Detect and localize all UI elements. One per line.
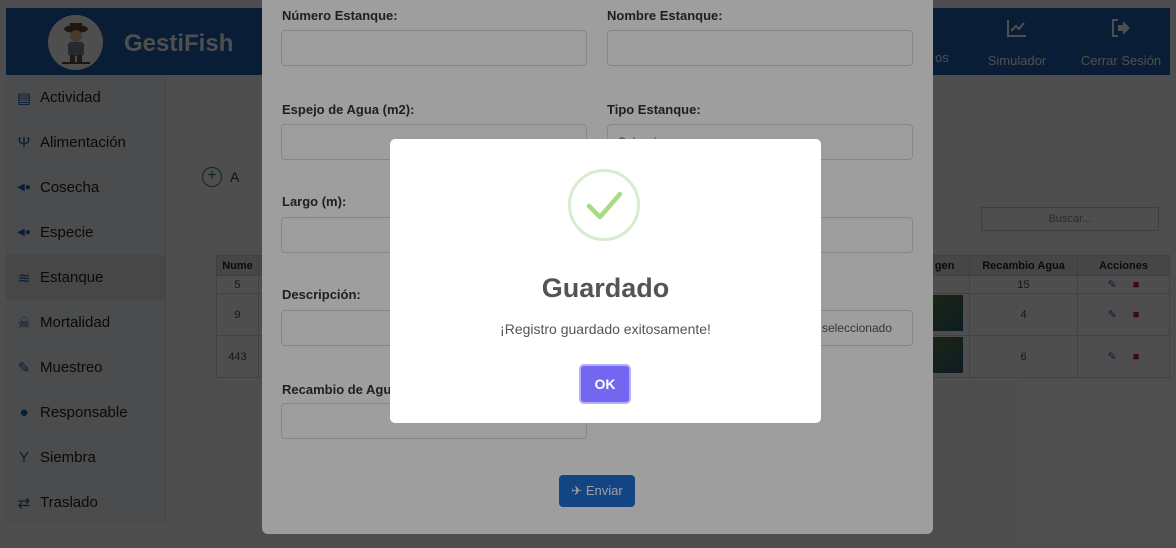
alert-message: ¡Registro guardado exitosamente!: [500, 321, 711, 337]
alert-title: Guardado: [541, 273, 670, 303]
ok-button[interactable]: OK: [579, 364, 631, 404]
success-check-icon: [568, 169, 640, 241]
success-alert-dialog: Guardado ¡Registro guardado exitosamente…: [390, 139, 821, 423]
